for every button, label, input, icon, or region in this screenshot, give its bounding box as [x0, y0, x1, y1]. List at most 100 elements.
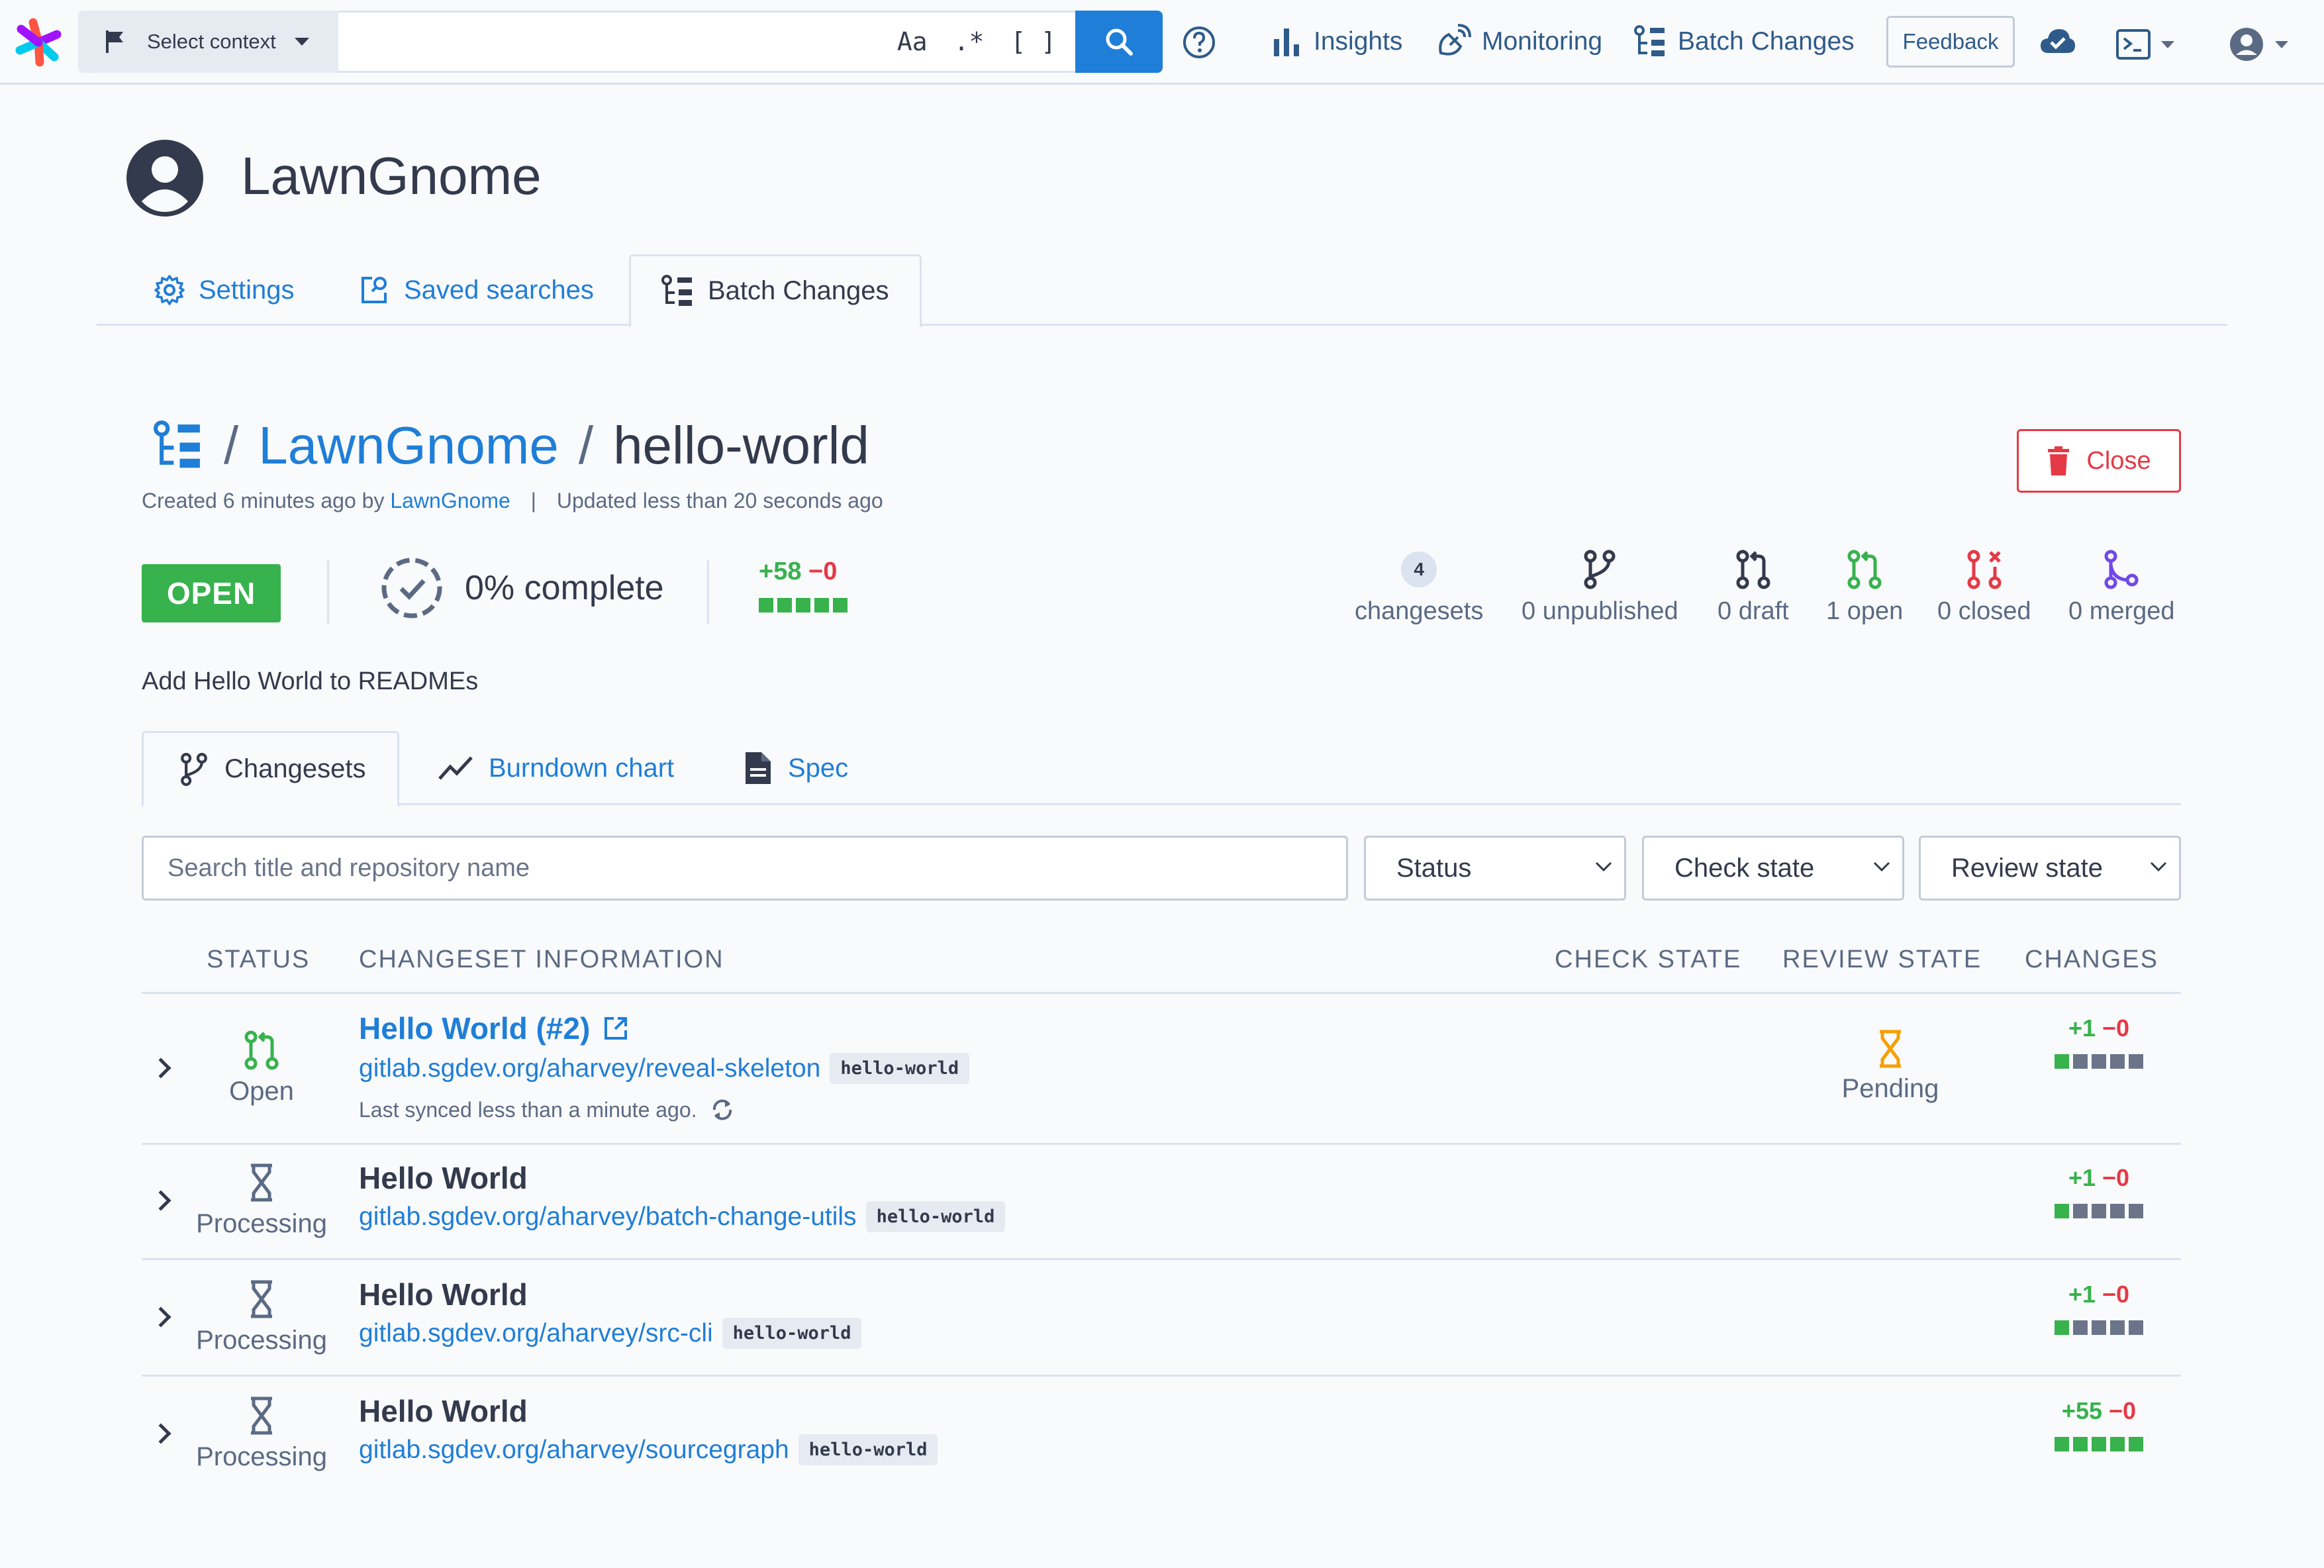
expand-row-chevron-icon[interactable]: [150, 1190, 171, 1211]
diffstat-bar: [759, 598, 847, 612]
review-state: Pending: [1814, 1029, 1966, 1104]
changeset-diffstat: +1 −0: [2049, 1281, 2149, 1335]
hourglass-icon: [1880, 1030, 1901, 1068]
tab-batch-changes[interactable]: Batch Changes: [629, 254, 922, 328]
chevron-down-icon: [294, 38, 309, 46]
repo-link[interactable]: gitlab.sgdev.org/aharvey/sourcegraph: [359, 1436, 789, 1465]
feedback-button[interactable]: Feedback: [1886, 16, 2015, 68]
repo-link[interactable]: gitlab.sgdev.org/aharvey/reveal-skeleton: [359, 1054, 820, 1083]
nav-insights[interactable]: Insights: [1273, 20, 1402, 64]
pull-request-open-icon: [244, 1030, 279, 1070]
changeset-status-label: Open: [229, 1077, 294, 1106]
branch-badge: hello-world: [722, 1318, 862, 1349]
diffstat-bar: [2055, 1204, 2143, 1218]
global-navbar: Select context Aa .* [ ] Insights Monito…: [0, 0, 2324, 85]
user-menu[interactable]: [2229, 23, 2288, 66]
state-badge: OPEN: [142, 564, 281, 622]
breadcrumb-namespace-link[interactable]: LawnGnome: [258, 415, 559, 476]
nav-monitoring[interactable]: Monitoring: [1435, 20, 1602, 64]
batch-changes-icon[interactable]: [154, 419, 204, 472]
row-divider: [142, 1258, 2181, 1260]
external-link-icon: [605, 1017, 628, 1040]
stat-unpublished-label: 0 unpublished: [1522, 597, 1678, 625]
lines-added: +1: [2068, 1281, 2096, 1308]
changeset-title-link[interactable]: Hello World (#2): [359, 1010, 628, 1046]
column-header-info: CHANGESET INFORMATION: [359, 946, 724, 973]
review-state-filter-select[interactable]: Review state: [1919, 836, 2181, 901]
saved-search-icon: [362, 277, 387, 303]
row-divider: [142, 1143, 2181, 1145]
cloud-check-icon[interactable]: [2039, 26, 2076, 56]
divider: [707, 560, 709, 624]
search-button[interactable]: [1075, 11, 1163, 73]
close-batch-change-button[interactable]: Close: [2017, 429, 2181, 493]
search-toggles: Aa .* [ ]: [897, 13, 1056, 71]
batch-changes-icon: [661, 274, 692, 306]
sync-icon[interactable]: [710, 1097, 734, 1123]
meta-separator: |: [530, 489, 536, 513]
changesets-count-badge: 4: [1401, 552, 1437, 587]
hourglass-icon: [251, 1280, 272, 1318]
check-state-filter-select[interactable]: Check state: [1642, 836, 1904, 901]
tab-settings[interactable]: Settings: [154, 254, 295, 326]
changeset-search-input[interactable]: Search title and repository name: [142, 836, 1348, 901]
search-context-dropdown[interactable]: Select context: [78, 11, 338, 73]
changeset-status: Processing: [172, 1161, 351, 1239]
column-header-status: STATUS: [207, 946, 311, 973]
nav-batch-changes[interactable]: Batch Changes: [1634, 20, 1855, 64]
tab-saved-searches-label: Saved searches: [404, 275, 594, 305]
changeset-repo: gitlab.sgdev.org/aharvey/src-cli hello-w…: [359, 1318, 862, 1349]
help-icon[interactable]: [1182, 25, 1216, 60]
lines-added: +1: [2068, 1164, 2096, 1191]
flag-icon: [106, 30, 123, 53]
diffstat-bar: [2055, 1320, 2143, 1335]
structural-search-toggle[interactable]: [ ]: [1010, 27, 1056, 56]
global-search-input[interactable]: Aa .* [ ]: [338, 11, 1076, 73]
nav-batch-changes-label: Batch Changes: [1678, 27, 1855, 56]
changeset-repo: gitlab.sgdev.org/aharvey/sourcegraph hel…: [359, 1434, 938, 1465]
satellite-dish-icon: [1439, 24, 1471, 56]
branch-badge: hello-world: [865, 1201, 1006, 1232]
chevron-down-icon: [2150, 861, 2167, 872]
status-filter-select[interactable]: Status: [1364, 836, 1626, 901]
batch-change-name: hello-world: [613, 416, 869, 475]
author-link[interactable]: LawnGnome: [390, 489, 510, 513]
lines-deleted: −0: [2109, 1397, 2137, 1424]
regex-toggle[interactable]: .*: [954, 27, 985, 56]
sync-status: Last synced less than a minute ago.: [359, 1097, 734, 1123]
nav-insights-label: Insights: [1314, 27, 1403, 56]
diffstat-bar: [2055, 1054, 2143, 1069]
tab-changesets[interactable]: Changesets: [142, 731, 400, 807]
changeset-status-label: Processing: [196, 1326, 327, 1355]
tab-spec[interactable]: Spec: [744, 731, 848, 805]
expand-row-chevron-icon[interactable]: [150, 1423, 171, 1444]
sourcegraph-logo[interactable]: [13, 17, 64, 68]
repo-link[interactable]: gitlab.sgdev.org/aharvey/batch-change-ut…: [359, 1202, 857, 1232]
lines-deleted: −0: [2102, 1164, 2130, 1191]
diffstat-bar: [2055, 1437, 2143, 1451]
tab-burndown-chart[interactable]: Burndown chart: [438, 731, 674, 805]
changeset-repo: gitlab.sgdev.org/aharvey/reveal-skeleton…: [359, 1053, 970, 1084]
user-circle-icon: [2230, 28, 2263, 61]
terminal-menu[interactable]: [2116, 23, 2174, 66]
batch-changes-icon: [1634, 25, 1665, 56]
chevron-down-icon: [1595, 861, 1612, 872]
status-filter-value: Status: [1396, 853, 1472, 883]
user-avatar-icon: [126, 140, 203, 217]
search-icon: [1106, 28, 1133, 56]
case-sensitivity-toggle[interactable]: Aa: [897, 27, 928, 56]
merge-icon: [2104, 550, 2139, 589]
chart-line-icon: [438, 756, 473, 780]
changeset-status-label: Processing: [196, 1209, 327, 1238]
stat-open-label: 1 open: [1826, 597, 1904, 625]
pull-request-open-icon: [1847, 550, 1882, 589]
last-synced-text: Last synced less than a minute ago.: [359, 1097, 697, 1122]
repo-link[interactable]: gitlab.sgdev.org/aharvey/src-cli: [359, 1319, 713, 1348]
chevron-down-icon: [2161, 40, 2174, 48]
tab-saved-searches[interactable]: Saved searches: [359, 254, 594, 326]
expand-row-chevron-icon[interactable]: [150, 1057, 171, 1079]
review-state-filter-value: Review state: [1951, 853, 2103, 883]
expand-row-chevron-icon[interactable]: [150, 1306, 171, 1328]
created-text: Created 6 minutes ago by: [142, 489, 385, 513]
close-button-label: Close: [2086, 446, 2151, 475]
